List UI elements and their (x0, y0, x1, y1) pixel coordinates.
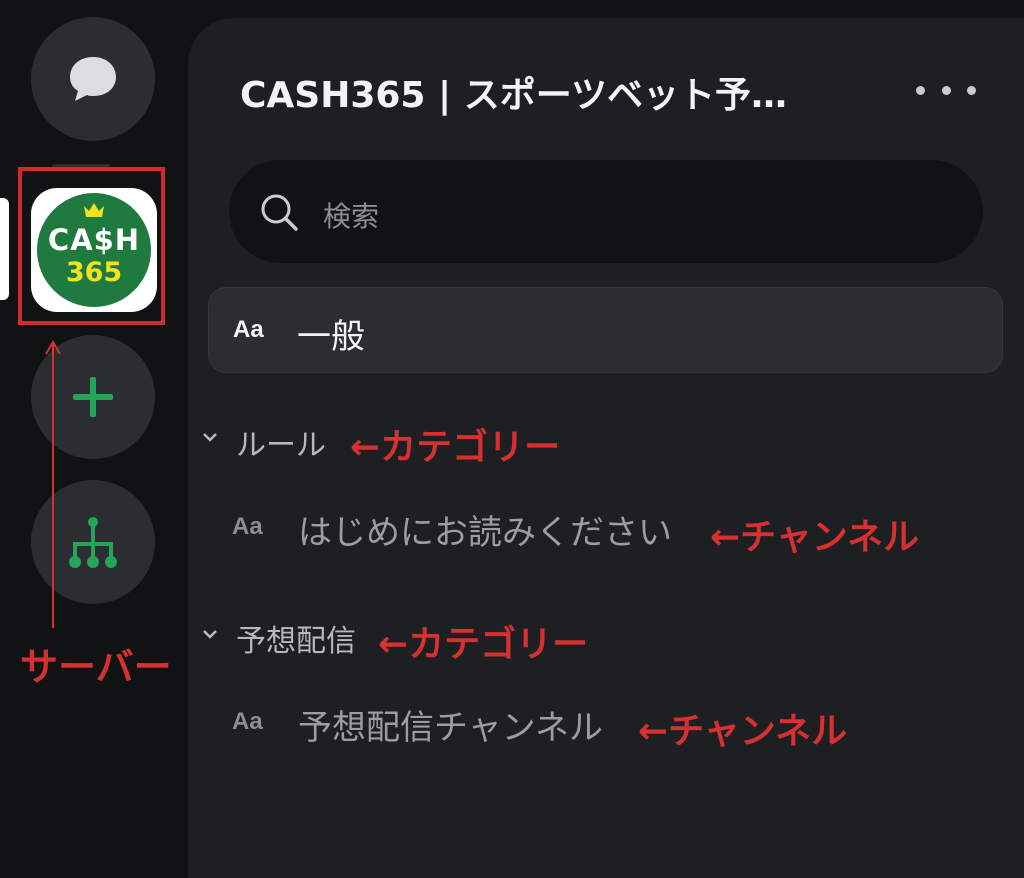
channel-annotation: ←チャンネル (638, 711, 848, 752)
more-options-button[interactable] (916, 74, 976, 106)
server-highlight-box (18, 167, 165, 325)
direct-messages-button[interactable] (31, 17, 155, 141)
up-arrow-annotation (45, 340, 61, 628)
server-title[interactable]: CASH365 | スポーツベット予… (240, 66, 787, 118)
active-server-indicator (0, 198, 9, 300)
search-input[interactable]: 検索 (229, 160, 983, 263)
category-annotation: ←カテゴリー (378, 624, 589, 665)
text-channel-icon: Aa (232, 513, 263, 540)
server-rail: CA$H 365 (0, 0, 188, 842)
text-channel-icon: Aa (233, 316, 264, 343)
chevron-down-icon (203, 630, 217, 639)
channel-label: 予想配信チャンネル (298, 708, 603, 748)
text-channel-icon: Aa (232, 708, 263, 735)
category-label: 予想配信 (236, 624, 356, 659)
channel-annotation: ←チャンネル (710, 517, 920, 558)
channel-label: 一般 (297, 317, 365, 357)
category-label: ルール (236, 428, 326, 463)
more-dots-icon (916, 85, 925, 95)
chat-bubble-icon (70, 57, 116, 101)
category-annotation: ←カテゴリー (350, 427, 561, 468)
channel-label: はじめにお読みください (298, 513, 672, 553)
hierarchy-icon (69, 517, 117, 568)
chevron-down-icon (203, 433, 217, 442)
channel-item-general[interactable]: Aa 一般 (208, 287, 1003, 373)
server-annotation-label: サーバー (20, 645, 172, 689)
search-icon (261, 194, 298, 231)
search-placeholder: 検索 (323, 200, 380, 233)
plus-icon (73, 377, 113, 417)
